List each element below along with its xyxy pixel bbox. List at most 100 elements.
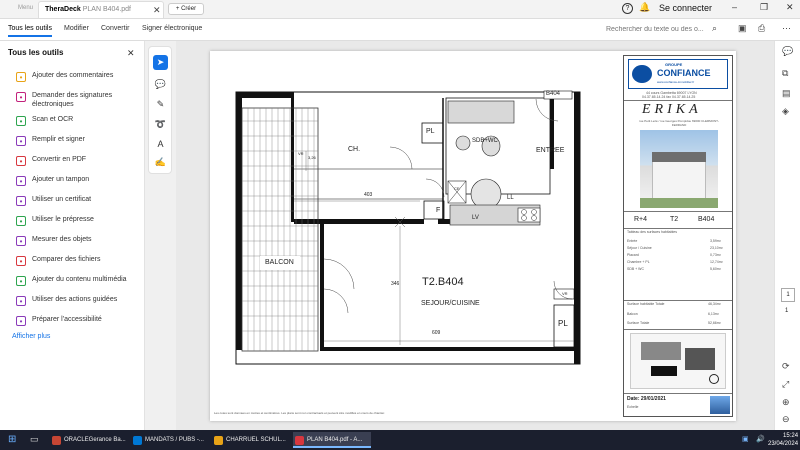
tool-item-label: Ajouter un tampon	[32, 176, 90, 183]
prepress-icon: •	[16, 216, 26, 226]
document-tab[interactable]: TheraDeck PLAN B404.pdf ✕	[38, 1, 164, 18]
tool-item-accessibility[interactable]: • Préparer l'accessibilité	[14, 315, 142, 329]
bookmarks-icon[interactable]: ⧉	[782, 68, 788, 79]
search-input[interactable]	[606, 22, 706, 36]
tool-item-scan[interactable]: • Scan et OCR	[14, 115, 142, 129]
room-closet-pl: PL	[426, 128, 435, 135]
title-block: GROUPE CONFIANCE www.confiance-immobilie…	[623, 55, 733, 417]
plan-date: Date: 29/01/2021	[627, 396, 666, 402]
tool-item-label: Convertir en PDF	[32, 156, 87, 163]
surface-row-label: Chambre + PL	[627, 260, 650, 264]
main-toolbar: Tous les outils Modifier Convertir Signe…	[0, 19, 800, 41]
show-more-link[interactable]: Afficher plus	[12, 333, 50, 340]
current-page-field[interactable]: 1	[781, 288, 795, 302]
menu-button[interactable]: Menu	[18, 5, 33, 11]
more-options-icon[interactable]: ⋯	[782, 23, 791, 34]
tool-item-label: Utiliser des actions guidées	[32, 296, 118, 303]
clock-date: 23/04/2024	[768, 441, 799, 447]
room-f: F	[436, 207, 441, 214]
print-icon[interactable]: ⎙	[758, 23, 765, 34]
type-label: T2	[670, 216, 679, 223]
app-icon	[52, 436, 61, 445]
accessibility-icon: •	[16, 316, 26, 326]
taskbar-app-2[interactable]: MANDATS / PUBS -...	[131, 432, 209, 448]
tool-item-label: Préparer l'accessibilité	[32, 316, 102, 323]
dim-346: 346	[391, 281, 400, 287]
taskbar-app-4[interactable]: PLAN B404.pdf - A...	[293, 432, 371, 448]
zoom-in-icon[interactable]: ⊕	[782, 397, 790, 408]
compare-icon: •	[16, 256, 26, 266]
text-tool-icon[interactable]: A	[153, 137, 168, 152]
lasso-tool-icon[interactable]: ➰	[153, 117, 168, 132]
start-icon[interactable]: ⊞	[8, 434, 16, 445]
close-tab-icon[interactable]: ✕	[153, 5, 161, 16]
total-surface-label: Surface habitable Totale	[627, 302, 665, 306]
surface-row-label: SDB + WC	[627, 267, 645, 271]
surface-row-label: Séjour / Cuisine	[627, 246, 652, 250]
total-pages: 1	[785, 308, 789, 314]
tool-item-label: Mesurer des objets	[32, 236, 92, 243]
zoom-out-icon[interactable]: ⊖	[782, 414, 790, 425]
tab-e-sign[interactable]: Signer électronique	[142, 25, 202, 32]
taskbar-app-label: CHARRUEL SCHUL...	[226, 437, 286, 443]
scan-icon: •	[16, 116, 26, 126]
tool-item-guided-actions[interactable]: • Utiliser des actions guidées	[14, 295, 142, 309]
app-icon	[295, 436, 304, 445]
volume-icon[interactable]: 🔊	[756, 435, 765, 443]
tool-item-convert-pdf[interactable]: • Convertir en PDF	[14, 155, 142, 169]
comments-panel-icon[interactable]: 💬	[782, 46, 793, 57]
tool-item-comment[interactable]: • Ajouter des commentaires	[14, 71, 142, 85]
create-button[interactable]: + Créer	[168, 3, 204, 15]
taskbar-app-1[interactable]: ORACLEGerance Ba...	[50, 432, 128, 448]
pages-thumbnails-icon[interactable]: ▤	[782, 88, 791, 99]
tab-all-tools[interactable]: Tous les outils	[8, 25, 52, 37]
tool-item-label: Remplir et signer	[32, 136, 85, 143]
room-vr1: VR	[298, 151, 304, 156]
select-tool-icon[interactable]: ➤	[153, 55, 168, 70]
tool-item-media[interactable]: • Ajouter du contenu multimédia	[14, 275, 142, 289]
tool-item-stamp[interactable]: • Ajouter un tampon	[14, 175, 142, 189]
save-icon[interactable]: ▣	[738, 23, 747, 34]
company-group: GROUPE	[665, 62, 683, 67]
tool-item-fill-sign[interactable]: • Remplir et signer	[14, 135, 142, 149]
tool-item-compare[interactable]: • Comparer des fichiers	[14, 255, 142, 269]
app-icon	[133, 436, 142, 445]
minimize-icon[interactable]: –	[732, 2, 737, 12]
tool-item-signature-request[interactable]: • Demander des signatures électroniques	[14, 91, 142, 108]
sign-in-button[interactable]: Se connecter	[659, 3, 712, 13]
tool-item-certificate[interactable]: • Utiliser un certificat	[14, 195, 142, 209]
system-clock[interactable]: 15:24 23/04/2024	[768, 432, 798, 448]
tab-edit[interactable]: Modifier	[64, 25, 89, 32]
building-render-image	[640, 130, 718, 208]
help-icon[interactable]: ?	[622, 3, 633, 14]
pen-tool-icon[interactable]: ✎	[153, 97, 168, 112]
comment-tool-icon[interactable]: 💬	[153, 77, 168, 92]
surface-row-value: 0,73m²	[710, 253, 721, 257]
company-logo: GROUPE CONFIANCE www.confiance-immobilie…	[628, 59, 728, 89]
fill-sign-icon: •	[16, 136, 26, 146]
meet-now-icon[interactable]: ▣	[742, 435, 749, 443]
title-bar: Menu TheraDeck PLAN B404.pdf ✕ + Créer ?…	[0, 0, 800, 19]
tab-convert[interactable]: Convertir	[101, 25, 129, 32]
sign-tool-icon[interactable]: ✍	[153, 155, 168, 170]
taskbar-app-label: PLAN B404.pdf - A...	[307, 437, 363, 443]
room-living-pl: PL	[558, 319, 568, 328]
surfaces-table-title: Tableau des surfaces habitables	[627, 230, 678, 234]
notifications-icon[interactable]: 🔔	[639, 2, 650, 13]
room-bathroom: SDB+WC	[472, 138, 498, 144]
tool-item-prepress[interactable]: • Utiliser le prépresse	[14, 215, 142, 229]
rotate-icon[interactable]: ⟳	[782, 361, 790, 372]
tool-item-ruler[interactable]: • Mesurer des objets	[14, 235, 142, 249]
task-view-icon[interactable]: ▭	[30, 434, 39, 445]
maximize-icon[interactable]: ❐	[760, 2, 768, 13]
search-icon[interactable]: ⌕	[712, 23, 717, 34]
layers-icon[interactable]: ◈	[782, 106, 789, 117]
close-window-icon[interactable]: ✕	[786, 2, 794, 13]
taskbar-app-3[interactable]: CHARRUEL SCHUL...	[212, 432, 290, 448]
close-panel-icon[interactable]: ✕	[127, 48, 135, 59]
surface-row-label: Entrée	[627, 239, 638, 243]
tool-item-label: Utiliser le prépresse	[32, 216, 94, 223]
guided-actions-icon: •	[16, 296, 26, 306]
fit-page-icon[interactable]: ⤢	[782, 379, 789, 390]
tool-item-label: Ajouter des commentaires	[32, 72, 114, 79]
